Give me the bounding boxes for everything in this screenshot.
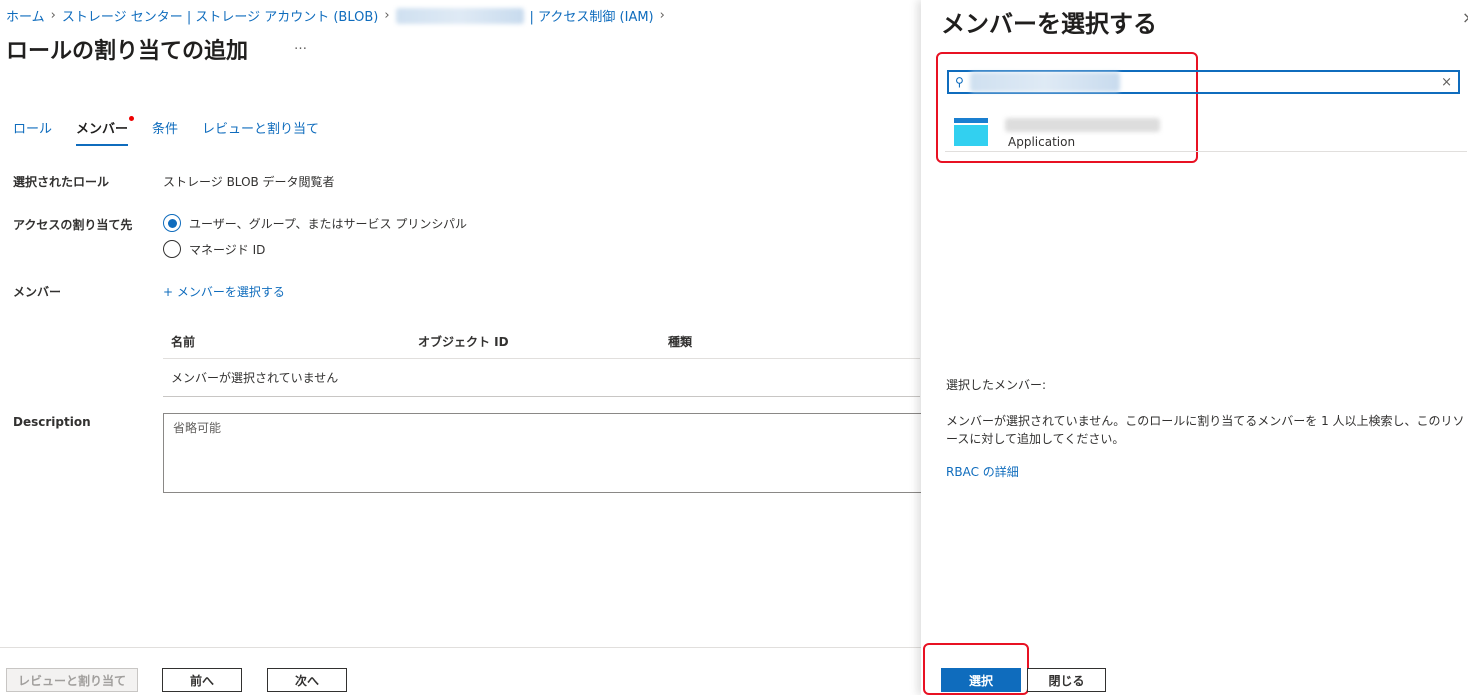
- select-button[interactable]: 選択: [941, 668, 1021, 692]
- tab-members[interactable]: メンバー: [76, 116, 135, 146]
- members-label: メンバー: [13, 285, 62, 299]
- col-name: 名前: [171, 335, 196, 349]
- tab-conditions[interactable]: 条件: [152, 118, 178, 146]
- breadcrumb-storage[interactable]: ストレージ センター | ストレージ アカウント (BLOB): [62, 6, 379, 25]
- close-icon[interactable]: ×: [1462, 8, 1468, 27]
- table-header: 名前 オブジェクト ID 種類: [163, 325, 920, 359]
- tab-role[interactable]: ロール: [13, 118, 52, 146]
- col-object-id: オブジェクト ID: [418, 335, 509, 349]
- radio-checked-icon: [163, 214, 181, 232]
- access-label: アクセスの割り当て先: [13, 218, 133, 232]
- role-label: 選択されたロール: [13, 175, 110, 189]
- breadcrumb-home[interactable]: ホーム: [6, 6, 45, 25]
- footer-divider: [0, 647, 921, 648]
- tab-review[interactable]: レビューと割り当て: [202, 118, 319, 146]
- search-icon: ⚲: [955, 75, 964, 89]
- selected-members-empty: メンバーが選択されていません。このロールに割り当てるメンバーを 1 人以上検索し…: [946, 414, 1465, 446]
- more-options-button[interactable]: …: [294, 38, 307, 53]
- breadcrumb: ホーム › ストレージ センター | ストレージ アカウント (BLOB) › | …: [6, 6, 665, 25]
- selected-members-label: 選択したメンバー:: [946, 378, 1047, 392]
- tab-bar: ロール メンバー 条件 レビューと割り当て: [13, 116, 319, 146]
- members-table: 名前 オブジェクト ID 種類 メンバーが選択されていません: [163, 325, 920, 397]
- description-input[interactable]: 省略可能: [163, 413, 933, 493]
- breadcrumb-account-redacted[interactable]: [395, 7, 524, 24]
- chevron-right-icon: ›: [50, 8, 56, 23]
- radio-unchecked-icon: [163, 240, 181, 258]
- result-type: Application: [1008, 135, 1076, 149]
- tab-members-label: メンバー: [76, 122, 129, 137]
- radio-user-group-sp[interactable]: ユーザー、グループ、またはサービス プリンシパル: [163, 214, 467, 232]
- select-members-link[interactable]: + メンバーを選択する: [163, 283, 285, 300]
- panel-title: メンバーを選択する: [941, 10, 1157, 38]
- next-button[interactable]: 次へ: [267, 668, 347, 692]
- chevron-right-icon: ›: [659, 8, 665, 23]
- description-label: Description: [13, 415, 91, 429]
- search-value-redacted: [969, 72, 1120, 92]
- col-type: 種類: [668, 335, 693, 349]
- search-result-item[interactable]: Application: [945, 108, 1467, 152]
- select-members-panel: メンバーを選択する × ⚲ × Application 選択したメンバー: メン…: [921, 0, 1468, 695]
- previous-button[interactable]: 前へ: [162, 668, 242, 692]
- result-name-redacted: [1005, 118, 1160, 132]
- radio-label: ユーザー、グループ、またはサービス プリンシパル: [189, 216, 468, 231]
- role-value: ストレージ BLOB データ閲覧者: [163, 175, 335, 189]
- chevron-right-icon: ›: [384, 8, 390, 23]
- review-assign-button[interactable]: レビューと割り当て: [6, 668, 138, 692]
- table-row-empty: メンバーが選択されていません: [163, 359, 920, 397]
- radio-managed-id[interactable]: マネージド ID: [163, 240, 265, 258]
- page-title: ロールの割り当ての追加: [6, 39, 249, 64]
- close-button[interactable]: 閉じる: [1027, 668, 1106, 692]
- breadcrumb-iam[interactable]: | アクセス制御 (IAM): [530, 6, 654, 25]
- rbac-details-link[interactable]: RBAC の詳細: [946, 463, 1019, 480]
- application-icon: [954, 118, 988, 146]
- search-input[interactable]: ⚲ ×: [947, 70, 1460, 94]
- clear-icon[interactable]: ×: [1441, 75, 1452, 90]
- required-dot-icon: [129, 116, 135, 121]
- radio-label: マネージド ID: [189, 242, 266, 257]
